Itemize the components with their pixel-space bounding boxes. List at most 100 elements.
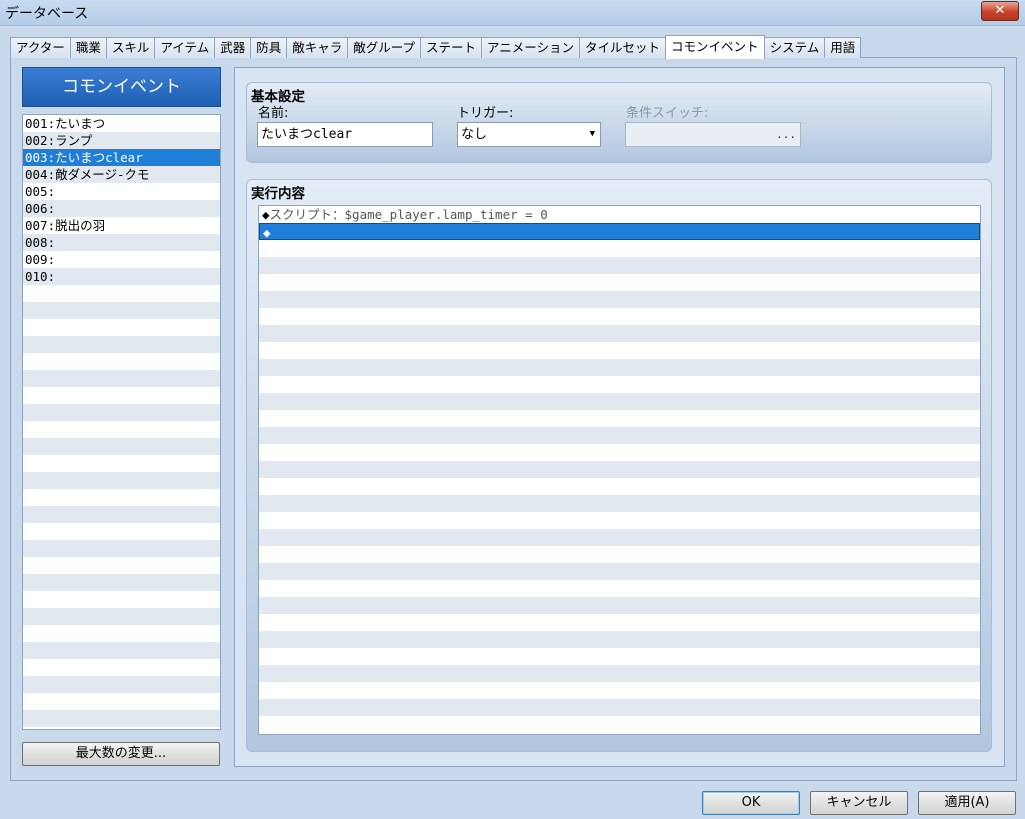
list-item-empty[interactable] [23, 540, 220, 557]
list-item-empty[interactable] [23, 574, 220, 591]
command-row-empty[interactable] [259, 580, 980, 597]
command-row-empty[interactable] [259, 325, 980, 342]
tab-11[interactable]: コモンイベント [665, 35, 765, 59]
list-item-empty[interactable] [23, 404, 220, 421]
command-row-empty[interactable] [259, 631, 980, 648]
trigger-select[interactable]: なし ▼ [457, 122, 601, 147]
list-item-empty[interactable] [23, 438, 220, 455]
command-row-empty[interactable] [259, 376, 980, 393]
tab-0[interactable]: アクター [10, 37, 71, 58]
tab-10[interactable]: タイルセット [579, 37, 667, 58]
command-row-empty[interactable] [259, 427, 980, 444]
list-item-empty[interactable] [23, 285, 220, 302]
list-item-empty[interactable] [23, 319, 220, 336]
command-row-empty[interactable] [259, 563, 980, 580]
common-event-header: コモンイベント [22, 67, 221, 107]
condition-switch-field: ... [625, 122, 801, 147]
command-row-empty[interactable] [259, 614, 980, 631]
change-max-button[interactable]: 最大数の変更... [22, 742, 220, 766]
command-row-empty[interactable] [259, 716, 980, 733]
command-text: スクリプト：$game_player.lamp_timer = 0 [269, 207, 548, 222]
command-row-empty[interactable] [259, 597, 980, 614]
command-row-empty[interactable] [259, 461, 980, 478]
command-row-empty[interactable] [259, 495, 980, 512]
list-item[interactable]: 003:たいまつclear [23, 149, 220, 166]
ok-button[interactable]: OK [702, 791, 800, 815]
list-item-empty[interactable] [23, 387, 220, 404]
trigger-select-value: なし [461, 127, 488, 142]
name-field[interactable]: たいまつclear [257, 122, 433, 147]
command-row[interactable]: ◆スクリプト：$game_player.lamp_timer = 0 [259, 206, 980, 223]
list-item-empty[interactable] [23, 523, 220, 540]
list-item-empty[interactable] [23, 353, 220, 370]
command-row-empty[interactable] [259, 240, 980, 257]
list-item[interactable]: 006: [23, 200, 220, 217]
close-icon: ✕ [994, 3, 1006, 18]
close-button[interactable]: ✕ [981, 1, 1019, 21]
list-item-empty[interactable] [23, 710, 220, 727]
command-row-empty[interactable] [259, 274, 980, 291]
list-item[interactable]: 005: [23, 183, 220, 200]
list-item-empty[interactable] [23, 489, 220, 506]
command-row-empty[interactable] [259, 478, 980, 495]
tab-6[interactable]: 敵キャラ [286, 37, 349, 58]
database-tabs: アクター 職業 スキル アイテム 武器 防具 敵キャラ 敵グループ ステート アニメーション タイル… [10, 35, 862, 59]
command-row-empty[interactable] [259, 648, 980, 665]
command-row-empty[interactable] [259, 291, 980, 308]
list-item-empty[interactable] [23, 625, 220, 642]
list-item-empty[interactable] [23, 676, 220, 693]
list-item[interactable]: 009: [23, 251, 220, 268]
tab-1[interactable]: 職業 [69, 37, 107, 58]
list-item-empty[interactable] [23, 421, 220, 438]
tab-5[interactable]: 防具 [250, 37, 288, 58]
command-row-empty[interactable] [259, 257, 980, 274]
command-row[interactable]: ◆ [259, 223, 980, 240]
tab-8[interactable]: ステート [420, 37, 483, 58]
list-item[interactable]: 001:たいまつ [23, 115, 220, 132]
list-item-empty[interactable] [23, 591, 220, 608]
tab-3[interactable]: アイテム [154, 37, 216, 58]
tab-9[interactable]: アニメーション [481, 37, 581, 58]
list-item-empty[interactable] [23, 455, 220, 472]
list-item[interactable]: 004:敵ダメージ-クモ [23, 166, 220, 183]
list-item[interactable]: 010: [23, 268, 220, 285]
command-row-empty[interactable] [259, 444, 980, 461]
event-command-list[interactable]: ◆スクリプト：$game_player.lamp_timer = 0 ◆ [258, 205, 981, 735]
command-row-empty[interactable] [259, 682, 980, 699]
list-item-empty[interactable] [23, 727, 220, 729]
list-item-empty[interactable] [23, 608, 220, 625]
command-row-empty[interactable] [259, 546, 980, 563]
window-title: データベース [5, 6, 89, 22]
list-item[interactable]: 002:ランプ [23, 132, 220, 149]
list-item-empty[interactable] [23, 642, 220, 659]
list-item[interactable]: 007:脱出の羽 [23, 217, 220, 234]
list-item-empty[interactable] [23, 557, 220, 574]
tab-7[interactable]: 敵グループ [347, 37, 421, 58]
list-item-empty[interactable] [23, 506, 220, 523]
list-item-empty[interactable] [23, 336, 220, 353]
tab-2[interactable]: スキル [105, 37, 156, 58]
list-item-empty[interactable] [23, 659, 220, 676]
command-row-empty[interactable] [259, 359, 980, 376]
list-item-empty[interactable] [23, 370, 220, 387]
tab-4[interactable]: 武器 [214, 37, 252, 58]
command-marker-icon: ◆ [263, 225, 271, 240]
list-item[interactable]: 008: [23, 234, 220, 251]
common-event-list[interactable]: 001:たいまつ 002:ランプ 003:たいまつclear 004:敵ダメージ-クモ… [22, 114, 221, 730]
command-row-empty[interactable] [259, 699, 980, 716]
tab-12[interactable]: システム [763, 37, 826, 58]
command-row-empty[interactable] [259, 665, 980, 682]
list-item-empty[interactable] [23, 302, 220, 319]
list-item-empty[interactable] [23, 472, 220, 489]
command-row-empty[interactable] [259, 308, 980, 325]
cancel-button[interactable]: キャンセル [810, 791, 908, 815]
apply-button[interactable]: 適用(A) [918, 791, 1016, 815]
command-row-empty[interactable] [259, 393, 980, 410]
name-label: 名前: [258, 106, 289, 121]
command-row-empty[interactable] [259, 342, 980, 359]
tab-13[interactable]: 用語 [824, 37, 862, 58]
command-row-empty[interactable] [259, 410, 980, 427]
command-row-empty[interactable] [259, 529, 980, 546]
command-row-empty[interactable] [259, 512, 980, 529]
list-item-empty[interactable] [23, 693, 220, 710]
